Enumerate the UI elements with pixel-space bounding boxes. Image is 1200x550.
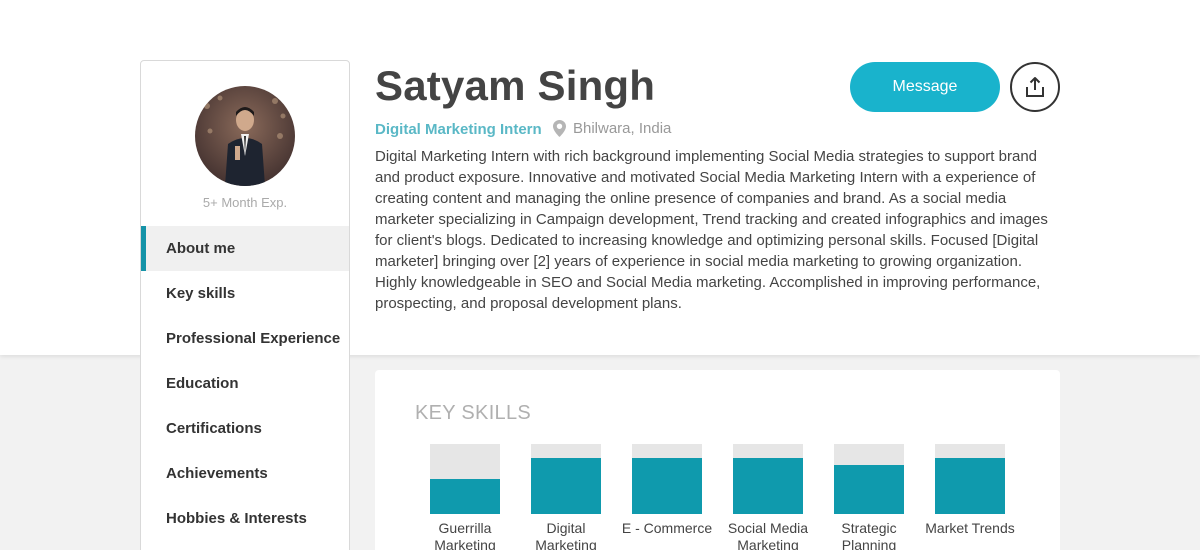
skill-bar-fill [733,458,803,514]
profile-location: Bhilwara, India [553,120,671,137]
skill-label: Market Trends [925,520,1015,536]
sidebar-item-certifications[interactable]: Certifications [141,406,349,451]
profile-sidebar: 5+ Month Exp. About me Key skills Profes… [140,60,350,550]
skill-bar-track [531,444,601,514]
location-text: Bhilwara, India [573,120,672,137]
skill-bar-track [632,444,702,514]
sidebar-item-key-skills[interactable]: Key skills [141,271,349,316]
sidebar-item-achievements[interactable]: Achievements [141,451,349,496]
skill-item: E - Commerce [617,444,717,537]
skill-bar-track [834,444,904,514]
message-button[interactable]: Message [850,62,1000,112]
share-button[interactable] [1010,62,1060,112]
skill-bar-fill [834,465,904,514]
key-skills-card: KEY SKILLS Guerrilla Marketing Digital Ma… [375,370,1060,550]
skill-bar-track [935,444,1005,514]
skill-bar-track [430,444,500,514]
sidebar-item-professional-experience[interactable]: Professional Experience [141,316,349,361]
skill-bar-fill [632,458,702,514]
skill-label: E - Commerce [621,520,713,536]
skill-bar-track [733,444,803,514]
avatar [195,86,295,186]
skill-item: Digital Marketing [516,444,616,550]
skill-bar-fill [430,479,500,514]
skill-label: Social Media Marketing [727,520,809,550]
sidebar-item-hobbies-interests[interactable]: Hobbies & Interests [141,496,349,541]
skill-item: Guerrilla Marketing [415,444,515,550]
skill-label: Strategic Planning [841,520,897,550]
key-skills-title: KEY SKILLS [415,402,532,424]
share-upload-icon [1026,77,1044,97]
skill-label: Digital Marketing [535,520,597,550]
skill-bar-fill [531,458,601,514]
sidebar-item-about-me[interactable]: About me [141,226,349,271]
skill-item: Strategic Planning [819,444,919,550]
skill-item: Social Media Marketing [718,444,818,550]
profile-bio: Digital Marketing Intern with rich backg… [375,148,1048,312]
profile-name: Satyam Singh [375,62,656,109]
skill-item: Market Trends [920,444,1020,537]
sidebar-item-education[interactable]: Education [141,361,349,406]
experience-label: 5+ Month Exp. [202,195,288,210]
profile-role: Digital Marketing Intern [375,121,542,138]
sidebar-nav: About me Key skills Professional Experie… [141,226,349,541]
location-pin-icon [553,120,566,137]
skill-bar-fill [935,458,1005,514]
skill-label: Guerrilla Marketing [434,520,496,550]
